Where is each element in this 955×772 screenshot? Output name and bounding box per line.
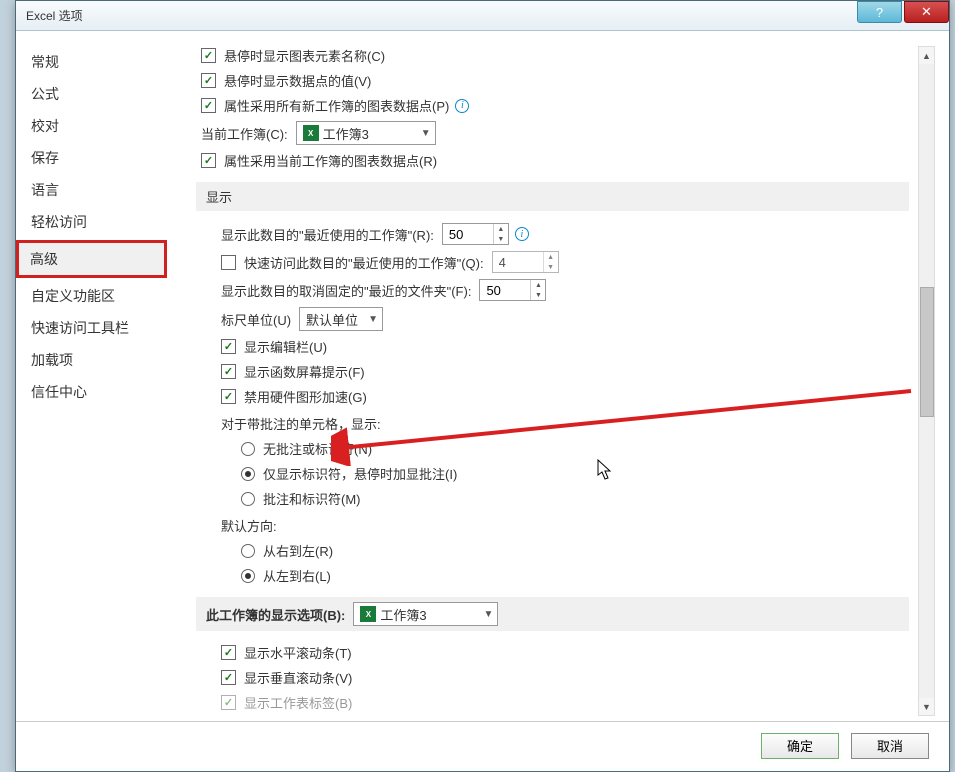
- spin-down-icon[interactable]: ▼: [544, 262, 558, 272]
- checkbox-show-hscroll[interactable]: [221, 645, 236, 660]
- sidebar: 常规 公式 校对 保存 语言 轻松访问 高级 自定义功能区 快速访问工具栏 加载…: [16, 31, 171, 721]
- sidebar-item-proofing[interactable]: 校对: [16, 110, 171, 142]
- label-props-all-workbooks: 属性采用所有新工作簿的图表数据点(P): [224, 96, 449, 115]
- spin-up-icon[interactable]: ▲: [494, 224, 508, 234]
- checkbox-show-vscroll[interactable]: [221, 670, 236, 685]
- dropdown-ruler-units[interactable]: 默认单位 ▼: [299, 307, 383, 331]
- label-ruler-units: 标尺单位(U): [221, 310, 291, 329]
- dropdown-ruler-value: 默认单位: [306, 310, 358, 329]
- checkbox-props-all-workbooks[interactable]: [201, 98, 216, 113]
- scroll-inner: 悬停时显示图表元素名称(C) 悬停时显示数据点的值(V) 属性采用所有新工作簿的…: [201, 46, 939, 712]
- label-comments-display: 对于带批注的单元格，显示:: [221, 414, 909, 433]
- ok-button[interactable]: 确定: [761, 733, 839, 759]
- excel-icon: X: [303, 125, 319, 141]
- sidebar-item-advanced-highlight: 高级: [16, 240, 167, 278]
- checkbox-quick-access-recent[interactable]: [221, 255, 236, 270]
- radio-no-comments[interactable]: [241, 442, 255, 456]
- label-show-vscroll: 显示垂直滚动条(V): [244, 668, 352, 687]
- sidebar-item-language[interactable]: 语言: [16, 174, 171, 206]
- label-recent-workbooks: 显示此数目的"最近使用的工作簿"(R):: [221, 225, 434, 244]
- label-show-sheet-tabs: 显示工作表标签(B): [244, 693, 352, 712]
- dropdown-current-workbook[interactable]: X 工作簿3 ▼: [296, 121, 436, 145]
- excel-icon: X: [360, 606, 376, 622]
- vertical-scrollbar[interactable]: ▲ ▼: [918, 46, 935, 716]
- scroll-down-button[interactable]: ▼: [919, 698, 934, 715]
- info-icon[interactable]: i: [515, 227, 529, 241]
- window-buttons: ? ✕: [857, 1, 949, 30]
- sidebar-item-save[interactable]: 保存: [16, 142, 171, 174]
- dialog-body: 常规 公式 校对 保存 语言 轻松访问 高级 自定义功能区 快速访问工具栏 加载…: [16, 31, 949, 721]
- label-show-hscroll: 显示水平滚动条(T): [244, 643, 352, 662]
- checkbox-props-current-workbook[interactable]: [201, 153, 216, 168]
- dropdown-workbook-display[interactable]: X 工作簿3 ▼: [353, 602, 498, 626]
- label-ltr: 从左到右(L): [263, 566, 331, 585]
- label-show-formula-bar: 显示编辑栏(U): [244, 337, 327, 356]
- scrollbar-thumb[interactable]: [920, 287, 934, 417]
- sidebar-item-quick-access[interactable]: 快速访问工具栏: [16, 312, 171, 344]
- cancel-button[interactable]: 取消: [851, 733, 929, 759]
- chevron-down-icon: ▼: [368, 314, 378, 325]
- label-recent-folders: 显示此数目的取消固定的"最近的文件夹"(F):: [221, 281, 471, 300]
- spin-up-icon[interactable]: ▲: [544, 252, 558, 262]
- spin-up-icon[interactable]: ▲: [531, 280, 545, 290]
- label-show-function-tips: 显示函数屏幕提示(F): [244, 362, 365, 381]
- checkbox-disable-hw-accel[interactable]: [221, 389, 236, 404]
- label-default-direction: 默认方向:: [221, 516, 909, 535]
- spinner-quick-access-input[interactable]: [493, 255, 543, 270]
- radio-rtl[interactable]: [241, 544, 255, 558]
- chevron-down-icon: ▼: [483, 609, 493, 620]
- sidebar-item-customize-ribbon[interactable]: 自定义功能区: [16, 280, 171, 312]
- label-hover-chart-element: 悬停时显示图表元素名称(C): [224, 46, 385, 65]
- sidebar-item-accessibility[interactable]: 轻松访问: [16, 206, 171, 238]
- spinner-recent-folders[interactable]: ▲▼: [479, 279, 546, 301]
- radio-ltr[interactable]: [241, 569, 255, 583]
- label-comments-and-indicator: 批注和标识符(M): [263, 489, 361, 508]
- label-quick-access-recent: 快速访问此数目的"最近使用的工作簿"(Q):: [244, 253, 484, 272]
- sidebar-item-formulas[interactable]: 公式: [16, 78, 171, 110]
- options-dialog: Excel 选项 ? ✕ 常规 公式 校对 保存 语言 轻松访问 高级 自定义功…: [15, 0, 950, 772]
- checkbox-hover-chart-element[interactable]: [201, 48, 216, 63]
- checkbox-show-function-tips[interactable]: [221, 364, 236, 379]
- label-no-comments: 无批注或标识符(N): [263, 439, 372, 458]
- sidebar-item-general[interactable]: 常规: [16, 46, 171, 78]
- spinner-recent-folders-input[interactable]: [480, 283, 530, 298]
- label-disable-hw-accel: 禁用硬件图形加速(G): [244, 387, 367, 406]
- window-title: Excel 选项: [16, 7, 83, 24]
- label-current-workbook: 当前工作簿(C):: [201, 124, 288, 143]
- checkbox-show-formula-bar[interactable]: [221, 339, 236, 354]
- info-icon[interactable]: i: [455, 99, 469, 113]
- radio-comments-and-indicator[interactable]: [241, 492, 255, 506]
- section-workbook-display: 此工作簿的显示选项(B): X 工作簿3 ▼: [196, 597, 909, 631]
- scroll-up-button[interactable]: ▲: [919, 47, 934, 64]
- chevron-down-icon: ▼: [421, 128, 431, 139]
- help-button[interactable]: ?: [857, 1, 902, 23]
- checkbox-hover-datapoint[interactable]: [201, 73, 216, 88]
- dropdown-current-workbook-value: 工作簿3: [323, 124, 369, 143]
- label-rtl: 从右到左(R): [263, 541, 333, 560]
- spinner-recent-workbooks[interactable]: ▲▼: [442, 223, 509, 245]
- close-button[interactable]: ✕: [904, 1, 949, 23]
- content-pane: 悬停时显示图表元素名称(C) 悬停时显示数据点的值(V) 属性采用所有新工作簿的…: [171, 31, 949, 721]
- checkbox-show-sheet-tabs[interactable]: [221, 695, 236, 710]
- sidebar-item-advanced[interactable]: 高级: [19, 243, 164, 275]
- sidebar-item-addins[interactable]: 加载项: [16, 344, 171, 376]
- spin-down-icon[interactable]: ▼: [531, 290, 545, 300]
- spin-down-icon[interactable]: ▼: [494, 234, 508, 244]
- label-hover-datapoint: 悬停时显示数据点的值(V): [224, 71, 371, 90]
- section-display: 显示: [196, 182, 909, 211]
- label-props-current-workbook: 属性采用当前工作簿的图表数据点(R): [224, 151, 437, 170]
- dialog-footer: 确定 取消: [16, 721, 949, 769]
- spinner-recent-workbooks-input[interactable]: [443, 227, 493, 242]
- titlebar: Excel 选项 ? ✕: [16, 1, 949, 31]
- section-workbook-display-label: 此工作簿的显示选项(B):: [206, 605, 345, 624]
- radio-indicator-only[interactable]: [241, 467, 255, 481]
- sidebar-item-trust-center[interactable]: 信任中心: [16, 376, 171, 408]
- spinner-quick-access[interactable]: ▲▼: [492, 251, 559, 273]
- label-indicator-only: 仅显示标识符，悬停时加显批注(I): [263, 464, 457, 483]
- dropdown-workbook-display-value: 工作簿3: [380, 605, 426, 624]
